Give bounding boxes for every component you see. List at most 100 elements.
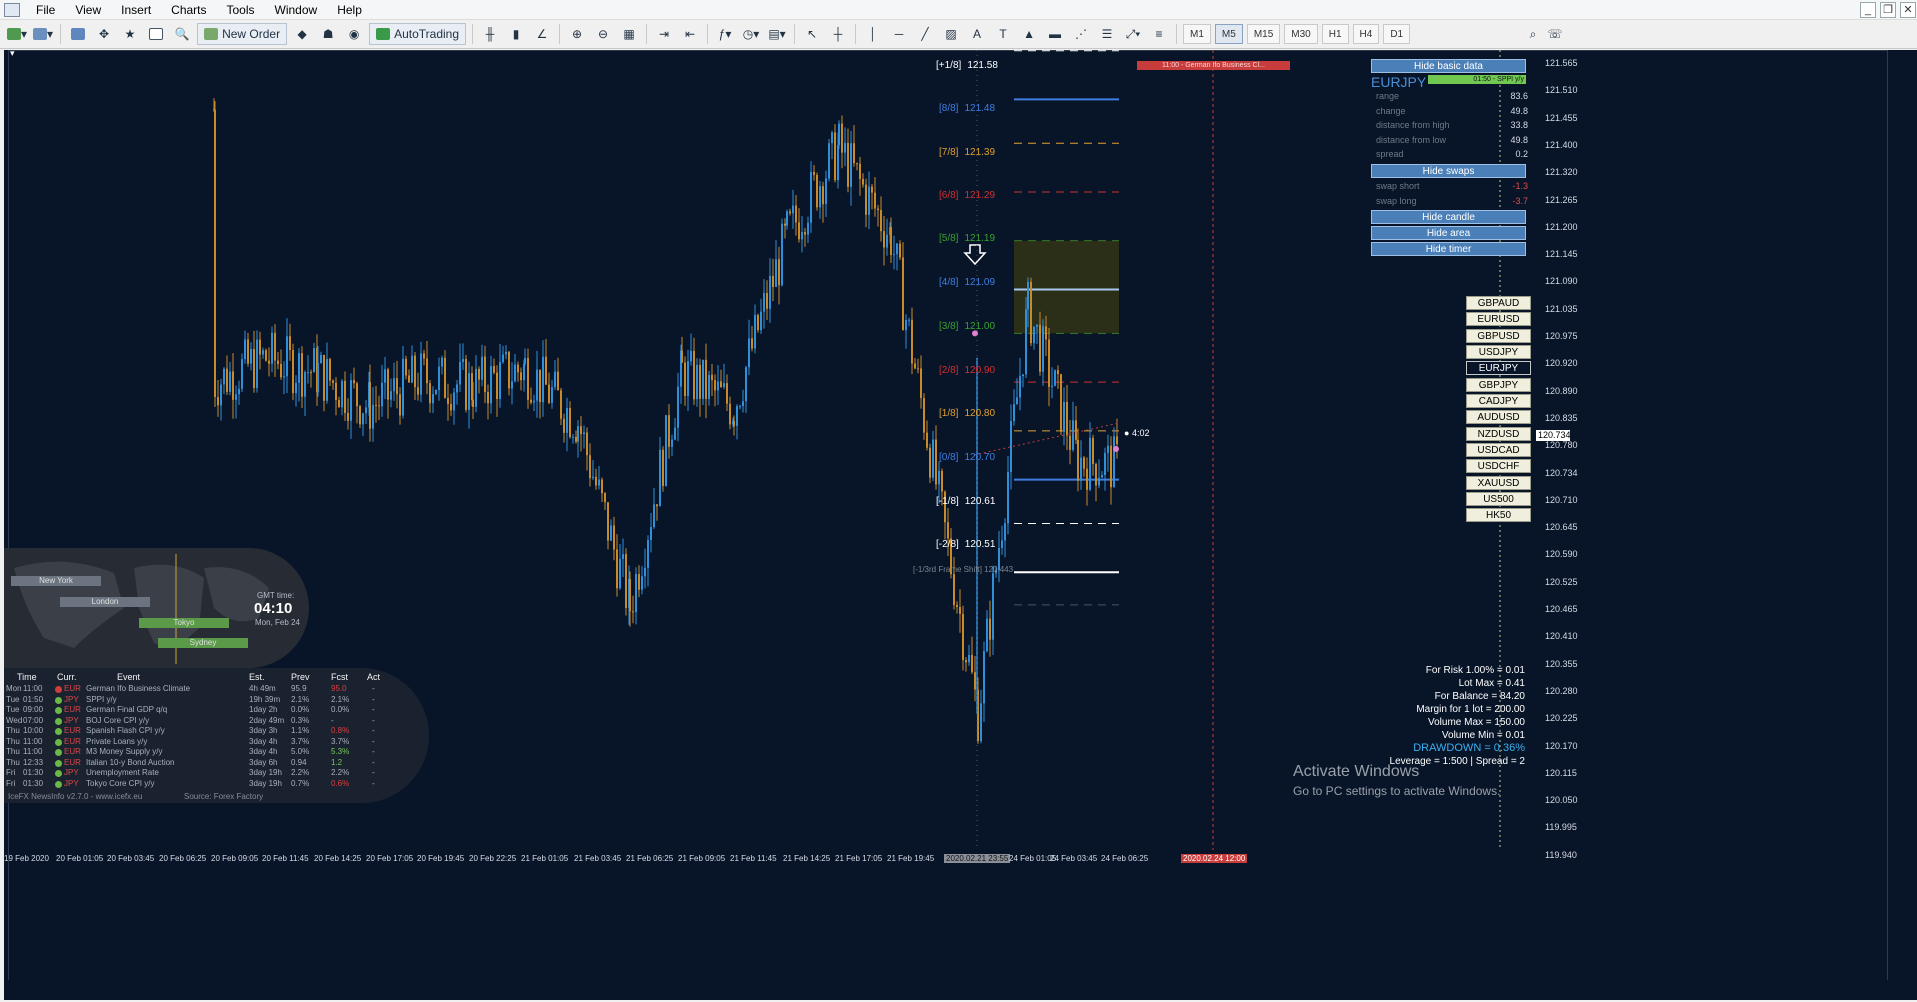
data-window-icon[interactable]: ✥: [93, 23, 115, 45]
news-cell-prev: 3.7%: [291, 736, 310, 746]
line-chart-icon[interactable]: ∠: [531, 23, 553, 45]
price-candle: [372, 404, 374, 429]
menu-view[interactable]: View: [65, 0, 111, 20]
close-icon[interactable]: ✕: [1900, 2, 1916, 18]
session-new-york: New York: [11, 576, 101, 586]
new-order-button[interactable]: New Order: [197, 23, 288, 45]
menu-insert[interactable]: Insert: [111, 0, 161, 20]
zoom-in-icon[interactable]: ⊕: [566, 23, 588, 45]
symbol-button-gbpusd[interactable]: GBPUSD: [1466, 329, 1531, 343]
symbol-button-us500[interactable]: US500: [1466, 492, 1531, 506]
bar-chart-icon[interactable]: ╫: [479, 23, 501, 45]
text-label-icon[interactable]: T: [992, 23, 1014, 45]
timeframe-m1[interactable]: M1: [1183, 24, 1211, 44]
timeframe-h1[interactable]: H1: [1321, 24, 1349, 44]
tile-windows-icon[interactable]: ▦: [618, 23, 640, 45]
restore-icon[interactable]: ❐: [1880, 2, 1896, 18]
cursor-icon[interactable]: ↖: [801, 23, 823, 45]
price-candle: [831, 132, 833, 144]
down-arrow-icon: [963, 244, 987, 266]
terminal-icon[interactable]: [145, 23, 167, 45]
symbol-button-usdchf[interactable]: USDCHF: [1466, 459, 1531, 473]
symbol-button-nzdusd[interactable]: NZDUSD: [1466, 427, 1531, 441]
search-icon[interactable]: ⌕: [1522, 23, 1544, 45]
price-candle: [613, 525, 615, 550]
price-candle: [217, 397, 219, 406]
templates-icon[interactable]: ▤▾: [766, 23, 788, 45]
navigator-icon[interactable]: ★: [119, 23, 141, 45]
new-chart-icon[interactable]: ▾: [6, 23, 28, 45]
timeframe-m15[interactable]: M15: [1246, 24, 1281, 44]
hide-basic-data-button[interactable]: Hide basic data: [1371, 59, 1526, 73]
signals-icon[interactable]: ☗: [317, 23, 339, 45]
news-cell-event: Unemployment Rate: [86, 768, 159, 777]
chat-icon[interactable]: ☏: [1544, 23, 1566, 45]
crosshair-icon[interactable]: ┼: [827, 23, 849, 45]
profiles-icon[interactable]: ▾: [32, 23, 54, 45]
price-candle: [369, 382, 371, 429]
timeframe-m5[interactable]: M5: [1214, 24, 1243, 44]
price-candle: [496, 372, 498, 399]
autoscroll-icon[interactable]: ⇥: [653, 23, 675, 45]
chart-shift-icon[interactable]: ⇤: [679, 23, 701, 45]
symbol-button-audusd[interactable]: AUDUSD: [1466, 410, 1531, 424]
price-candle: [896, 243, 898, 255]
timeframe-h4[interactable]: H4: [1352, 24, 1380, 44]
news-header-time: Time: [17, 672, 37, 682]
price-candle: [813, 171, 815, 175]
price-candle: [971, 654, 973, 673]
news-source: Source: Forex Factory: [184, 792, 264, 801]
tester-icon[interactable]: 🔍: [171, 23, 193, 45]
indicators-icon[interactable]: ƒ▾: [714, 23, 736, 45]
candle-chart-icon[interactable]: ▮: [505, 23, 527, 45]
zoom-out-icon[interactable]: ⊖: [592, 23, 614, 45]
symbol-button-usdjpy[interactable]: USDJPY: [1466, 345, 1531, 359]
price-candle: [310, 372, 312, 374]
pitchfork-icon[interactable]: ⋰: [1070, 23, 1092, 45]
objects-list-icon[interactable]: ≡: [1148, 23, 1170, 45]
symbol-button-cadjpy[interactable]: CADJPY: [1466, 394, 1531, 408]
trendline-icon[interactable]: ╱: [914, 23, 936, 45]
channel-icon[interactable]: ▨: [940, 23, 962, 45]
vertical-line-icon[interactable]: │: [862, 23, 884, 45]
hide-swaps-button[interactable]: Hide swaps: [1371, 164, 1526, 178]
price-candle: [677, 386, 679, 428]
symbol-button-eurjpy[interactable]: EURJPY: [1466, 361, 1531, 375]
menu-tools[interactable]: Tools: [217, 0, 265, 20]
horizontal-line-icon[interactable]: ─: [888, 23, 910, 45]
timeframe-d1[interactable]: D1: [1383, 24, 1411, 44]
price-candle: [523, 363, 525, 381]
menu-file[interactable]: File: [26, 0, 65, 20]
draw-tools-icon[interactable]: ⤢▾: [1122, 23, 1144, 45]
chart-window[interactable]: ▾ 11:00 - German Ifo Business Cl... [+1/…: [4, 50, 1917, 1000]
time-tick-label: 2020.02.24 12:00: [1181, 854, 1248, 863]
arrow-icon[interactable]: ▲: [1018, 23, 1040, 45]
symbol-button-gbpaud[interactable]: GBPAUD: [1466, 296, 1531, 310]
minimize-icon[interactable]: _: [1860, 2, 1876, 18]
hide-candle-button[interactable]: Hide candle: [1371, 210, 1526, 224]
menu-window[interactable]: Window: [265, 0, 328, 20]
price-tick-label: 120.835: [1545, 412, 1578, 423]
rectangle-icon[interactable]: ▬: [1044, 23, 1066, 45]
hide-area-button[interactable]: Hide area: [1371, 226, 1526, 240]
autotrading-button[interactable]: AutoTrading: [369, 23, 467, 45]
news-cell-fcst: 3.7%: [331, 736, 350, 746]
menu-charts[interactable]: Charts: [161, 0, 216, 20]
time-tick-label: 20 Feb 06:25: [159, 854, 207, 863]
symbol-button-eurusd[interactable]: EURUSD: [1466, 312, 1531, 326]
price-candle: [1069, 435, 1071, 450]
symbol-button-gbpjpy[interactable]: GBPJPY: [1466, 378, 1531, 392]
periods-icon[interactable]: ◷▾: [740, 23, 762, 45]
symbol-button-hk50[interactable]: HK50: [1466, 508, 1531, 522]
timeframe-m30[interactable]: M30: [1284, 24, 1318, 44]
symbol-button-xauusd[interactable]: XAUUSD: [1466, 476, 1531, 490]
metaeditor-icon[interactable]: ◆: [291, 23, 313, 45]
menu-help[interactable]: Help: [327, 0, 372, 20]
text-icon[interactable]: A: [966, 23, 988, 45]
price-candle: [745, 367, 747, 402]
symbol-button-usdcad[interactable]: USDCAD: [1466, 443, 1531, 457]
market-watch-icon[interactable]: [67, 23, 89, 45]
fibonacci-icon[interactable]: ☰: [1096, 23, 1118, 45]
hide-timer-button[interactable]: Hide timer: [1371, 242, 1526, 256]
market-icon[interactable]: ◉: [343, 23, 365, 45]
